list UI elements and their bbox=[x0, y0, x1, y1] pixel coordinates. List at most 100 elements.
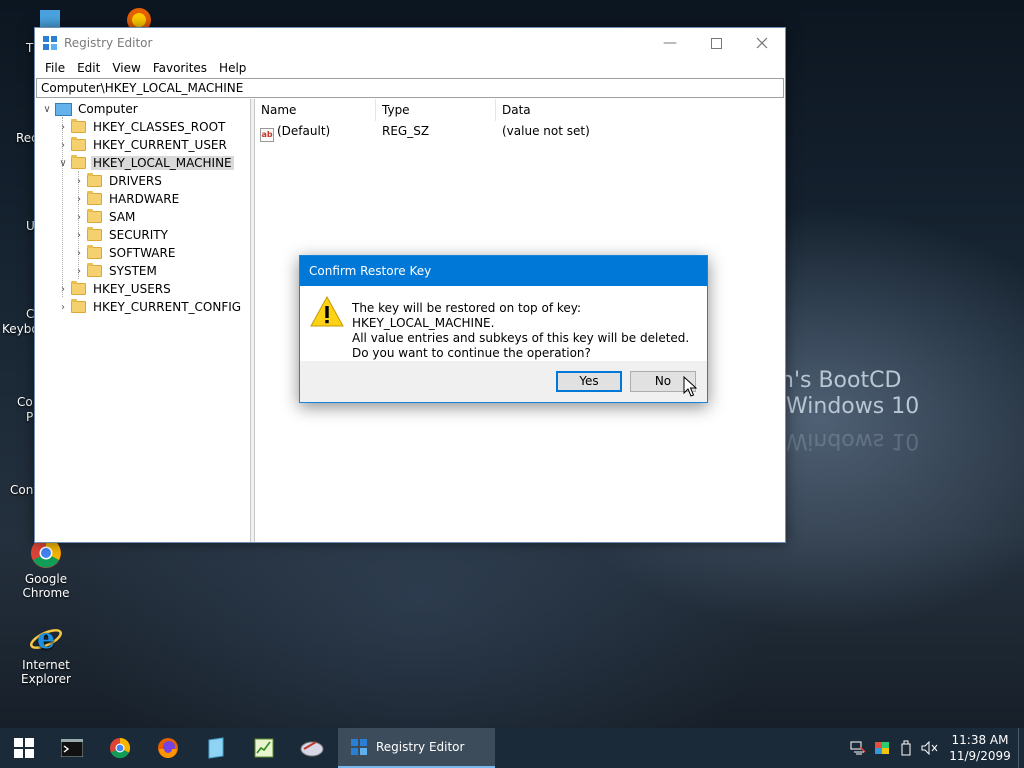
taskbar-chrome[interactable] bbox=[96, 728, 144, 768]
desktop-icon-google-chrome[interactable]: Google Chrome bbox=[0, 536, 92, 600]
folder-icon bbox=[87, 227, 102, 241]
clock[interactable]: 11:38 AM 11/9/2099 bbox=[942, 732, 1018, 764]
value-row-name[interactable]: ab (Default) bbox=[260, 122, 331, 142]
menu-favorites[interactable]: Favorites bbox=[147, 61, 213, 75]
folder-icon bbox=[71, 299, 86, 313]
chevron-right-icon[interactable]: › bbox=[71, 208, 87, 226]
dialog-footer: Yes No bbox=[300, 361, 707, 402]
registry-editor-icon bbox=[43, 36, 57, 50]
minimize-icon: — bbox=[663, 35, 677, 51]
menu-help[interactable]: Help bbox=[213, 61, 252, 75]
desktop-partial-icon[interactable] bbox=[40, 8, 62, 28]
tree-item-security[interactable]: › SECURITY bbox=[71, 226, 170, 244]
value-name: (Default) bbox=[277, 124, 331, 138]
wallpaper-text: n's BootCD bbox=[780, 368, 902, 393]
tree-item-label: HKEY_CURRENT_CONFIG bbox=[93, 300, 242, 314]
taskbar-command-prompt[interactable] bbox=[48, 728, 96, 768]
chevron-right-icon[interactable]: › bbox=[71, 190, 87, 208]
dialog-message-line: The key will be restored on top of key: … bbox=[352, 301, 582, 330]
taskbar-disk-tool[interactable] bbox=[288, 728, 336, 768]
tree-item-hkey-users[interactable]: › HKEY_USERS bbox=[55, 280, 173, 298]
dialog-message: The key will be restored on top of key: … bbox=[352, 301, 707, 361]
chevron-right-icon[interactable]: › bbox=[55, 298, 71, 316]
registry-editor-icon bbox=[351, 739, 367, 755]
column-header-name[interactable]: Name bbox=[255, 99, 376, 121]
key-tree: ∨ Computer › HKEY_CLASSES_ROOT › HKEY_CU… bbox=[35, 99, 251, 542]
windows-logo-icon bbox=[14, 738, 34, 758]
chevron-right-icon[interactable]: › bbox=[71, 262, 87, 280]
tree-item-label: SOFTWARE bbox=[109, 246, 176, 260]
title-bar[interactable]: Registry Editor — bbox=[35, 28, 785, 58]
chevron-right-icon[interactable]: › bbox=[71, 244, 87, 262]
tree-item-system[interactable]: › SYSTEM bbox=[71, 262, 159, 280]
chevron-down-icon[interactable]: ∨ bbox=[55, 154, 71, 172]
maximize-icon bbox=[710, 37, 722, 49]
taskbar-notes-app[interactable] bbox=[192, 728, 240, 768]
yes-button[interactable]: Yes bbox=[556, 371, 622, 392]
tree-item-hardware[interactable]: › HARDWARE bbox=[71, 190, 181, 208]
tree-item-software[interactable]: › SOFTWARE bbox=[71, 244, 177, 262]
tree-item-computer[interactable]: ∨ Computer bbox=[39, 100, 140, 118]
value-row-data: (value not set) bbox=[502, 124, 590, 138]
network-icon bbox=[850, 741, 866, 755]
chevron-right-icon[interactable]: › bbox=[71, 172, 87, 190]
folder-icon bbox=[87, 173, 102, 187]
address-bar[interactable]: Computer\HKEY_LOCAL_MACHINE bbox=[36, 78, 784, 98]
clock-time: 11:38 AM bbox=[951, 733, 1009, 747]
folder-icon bbox=[87, 209, 102, 223]
chevron-right-icon[interactable]: › bbox=[71, 226, 87, 244]
tray-volume[interactable] bbox=[918, 728, 942, 768]
tree-item-hkey-current-config[interactable]: › HKEY_CURRENT_CONFIG bbox=[55, 298, 243, 316]
chevron-right-icon[interactable]: › bbox=[55, 280, 71, 298]
close-icon bbox=[756, 37, 768, 49]
taskbar-firefox[interactable] bbox=[144, 728, 192, 768]
usb-drive-icon bbox=[901, 740, 911, 756]
menu-edit[interactable]: Edit bbox=[71, 61, 106, 75]
tree-item-hkey-current-user[interactable]: › HKEY_CURRENT_USER bbox=[55, 136, 229, 154]
menu-file[interactable]: File bbox=[39, 61, 71, 75]
command-prompt-icon bbox=[61, 739, 83, 757]
dialog-title[interactable]: Confirm Restore Key bbox=[300, 256, 707, 286]
minimize-button[interactable]: — bbox=[647, 28, 693, 58]
computer-icon bbox=[55, 102, 72, 116]
tree-item-label: SYSTEM bbox=[109, 264, 157, 278]
desktop-icon-internet-explorer[interactable]: e Internet Explorer bbox=[0, 622, 92, 686]
taskbar-task-label: Registry Editor bbox=[376, 740, 465, 754]
taskbar-registry-editor[interactable]: Registry Editor bbox=[338, 728, 495, 768]
start-button[interactable] bbox=[0, 728, 48, 768]
desktop-icon-label-fragment: P bbox=[26, 410, 34, 424]
tree-item-hkey-classes-root[interactable]: › HKEY_CLASSES_ROOT bbox=[55, 118, 227, 136]
taskbar-task-manager[interactable] bbox=[240, 728, 288, 768]
wallpaper-text-reflection: Windows 10 bbox=[786, 428, 920, 453]
column-header-type[interactable]: Type bbox=[376, 99, 496, 121]
tree-item-sam[interactable]: › SAM bbox=[71, 208, 137, 226]
firefox-desktop-icon[interactable] bbox=[124, 6, 154, 28]
folder-icon bbox=[71, 281, 86, 295]
folder-icon bbox=[71, 137, 86, 151]
maximize-button[interactable] bbox=[693, 28, 739, 58]
show-desktop-button[interactable] bbox=[1018, 728, 1024, 768]
tray-network[interactable] bbox=[846, 728, 870, 768]
tree-item-label: SECURITY bbox=[109, 228, 168, 242]
chevron-down-icon[interactable]: ∨ bbox=[39, 100, 55, 118]
system-tray: 11:38 AM 11/9/2099 bbox=[846, 728, 1024, 768]
desktop-icon-label-fragment: Co bbox=[17, 395, 33, 409]
column-header-data[interactable]: Data bbox=[496, 99, 785, 121]
taskbar: Registry Editor 11:38 AM 11/9/2099 bbox=[0, 728, 1024, 768]
tray-usb[interactable] bbox=[894, 728, 918, 768]
chevron-right-icon[interactable]: › bbox=[55, 118, 71, 136]
tree-item-drivers[interactable]: › DRIVERS bbox=[71, 172, 164, 190]
tree-item-hkey-local-machine[interactable]: ∨ HKEY_LOCAL_MACHINE bbox=[55, 154, 234, 172]
warning-icon bbox=[310, 296, 344, 327]
internet-explorer-icon: e bbox=[30, 622, 62, 655]
display-settings-icon bbox=[875, 742, 889, 754]
chrome-icon bbox=[110, 737, 131, 759]
chevron-right-icon[interactable]: › bbox=[55, 136, 71, 154]
menu-view[interactable]: View bbox=[106, 61, 146, 75]
clock-date: 11/9/2099 bbox=[949, 749, 1011, 763]
tray-display[interactable] bbox=[870, 728, 894, 768]
close-button[interactable] bbox=[739, 28, 785, 58]
dialog-body: The key will be restored on top of key: … bbox=[300, 286, 707, 362]
notepad-icon bbox=[208, 737, 224, 759]
tree-item-label: HKEY_USERS bbox=[93, 282, 171, 296]
